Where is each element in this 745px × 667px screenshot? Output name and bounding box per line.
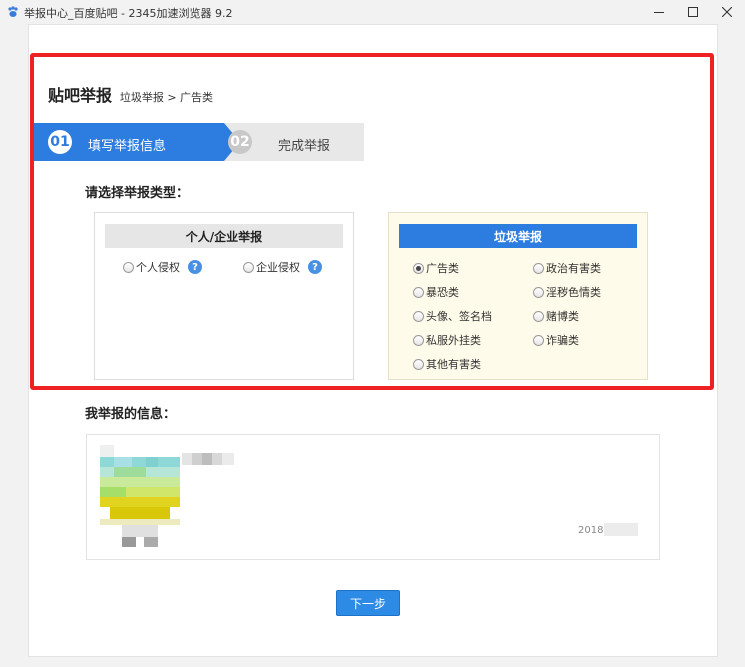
option-label: 暴恐类 — [426, 286, 459, 299]
maximize-icon — [688, 7, 698, 17]
page-heading: 贴吧举报 垃圾举报 > 广告类 — [48, 82, 213, 106]
option-enterprise-infringement[interactable]: 企业侵权 ? — [243, 259, 322, 275]
option-obscene[interactable]: 淫秽色情类 — [533, 284, 601, 300]
step-1-label: 填写举报信息 — [88, 139, 167, 154]
option-gambling[interactable]: 赌博类 — [533, 308, 579, 324]
spam-report-box: 垃圾举报 广告类 政治有害类 暴恐类 淫秽色情类 头像、签名档 赌博类 私服外挂… — [388, 212, 648, 380]
close-icon — [722, 7, 732, 17]
option-other-harmful[interactable]: 其他有害类 — [413, 356, 481, 372]
radio-private-server[interactable] — [413, 334, 424, 346]
minimize-button[interactable] — [642, 0, 676, 24]
page-title: 贴吧举报 — [48, 86, 113, 105]
radio-political[interactable] — [533, 262, 544, 274]
step-2-number: 02 — [228, 130, 252, 154]
radio-terror[interactable] — [413, 286, 424, 298]
radio-other-harmful[interactable] — [413, 358, 424, 370]
report-type-prompt: 请选择举报类型： — [85, 186, 190, 201]
option-fraud[interactable]: 诈骗类 — [533, 332, 579, 348]
step-1-number: 01 — [48, 130, 72, 154]
option-personal-infringement[interactable]: 个人侵权 ? — [123, 259, 202, 275]
radio-gambling[interactable] — [533, 310, 544, 322]
step-2-label: 完成举报 — [278, 139, 331, 154]
option-avatar-signature[interactable]: 头像、签名档 — [413, 308, 492, 324]
my-info-label: 我举报的信息： — [85, 407, 177, 422]
date-redaction — [604, 523, 638, 536]
option-terror[interactable]: 暴恐类 — [413, 284, 459, 300]
option-ads[interactable]: 广告类 — [413, 260, 459, 276]
radio-ads[interactable] — [413, 262, 424, 274]
minimize-icon — [654, 12, 664, 13]
option-private-server[interactable]: 私服外挂类 — [413, 332, 481, 348]
title-bar: 举报中心_百度贴吧 - 2345加速浏览器 9.2 — [0, 0, 745, 24]
option-label: 企业侵权 — [256, 261, 300, 274]
next-step-button[interactable]: 下一步 — [336, 590, 400, 616]
window-title: 举报中心_百度贴吧 - 2345加速浏览器 9.2 — [24, 7, 233, 20]
option-label: 私服外挂类 — [426, 334, 481, 347]
option-label: 政治有害类 — [546, 262, 601, 275]
spam-report-title: 垃圾举报 — [399, 224, 637, 248]
help-icon[interactable]: ? — [188, 260, 202, 274]
personal-report-title: 个人/企业举报 — [105, 224, 343, 248]
option-label: 赌博类 — [546, 310, 579, 323]
step-indicator: 01 填写举报信息 02 完成举报 — [34, 123, 364, 161]
personal-report-box: 个人/企业举报 个人侵权 ? 企业侵权 ? — [94, 212, 354, 380]
option-label: 个人侵权 — [136, 261, 180, 274]
radio-enterprise-infringement[interactable] — [243, 261, 254, 273]
option-label: 头像、签名档 — [426, 310, 492, 323]
close-button[interactable] — [710, 0, 744, 24]
maximize-button[interactable] — [676, 0, 710, 24]
radio-avatar-signature[interactable] — [413, 310, 424, 322]
option-label: 其他有害类 — [426, 358, 481, 371]
step-1: 01 填写举报信息 — [34, 123, 224, 161]
radio-fraud[interactable] — [533, 334, 544, 346]
option-political[interactable]: 政治有害类 — [533, 260, 601, 276]
option-label: 广告类 — [426, 262, 459, 275]
option-label: 诈骗类 — [546, 334, 579, 347]
radio-personal-infringement[interactable] — [123, 261, 134, 273]
help-icon[interactable]: ? — [308, 260, 322, 274]
option-label: 淫秽色情类 — [546, 286, 601, 299]
radio-obscene[interactable] — [533, 286, 544, 298]
browser-logo-icon — [8, 6, 18, 17]
breadcrumb: 垃圾举报 > 广告类 — [119, 91, 214, 104]
